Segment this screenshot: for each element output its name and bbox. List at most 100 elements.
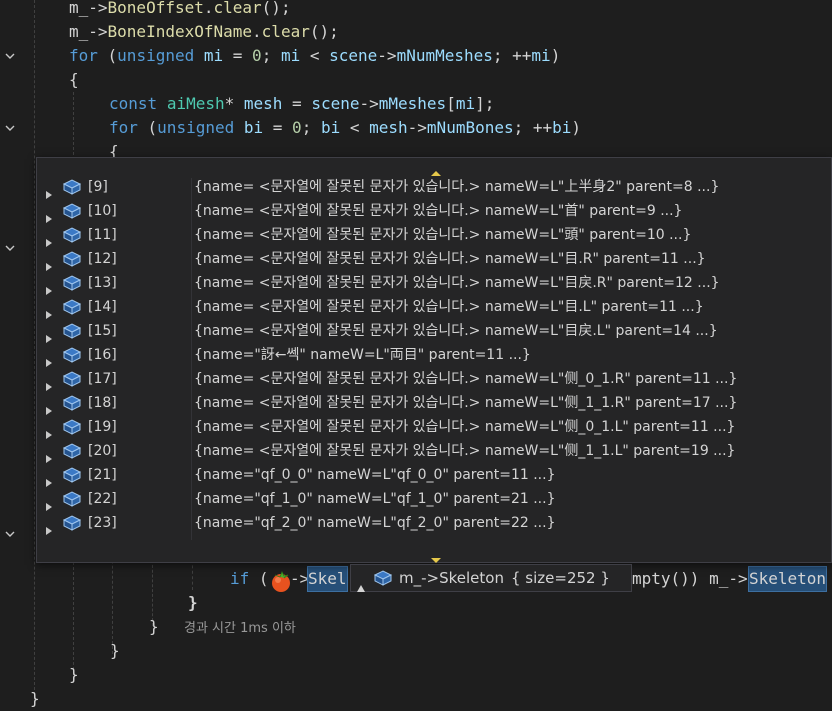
code-token: (); [261, 0, 291, 17]
code-token: ; [261, 46, 281, 65]
scroll-down-icon[interactable] [430, 550, 442, 563]
datatip-row[interactable]: [16] {name="訝←쎅" nameW=L"両目" parent=11 ..… [37, 343, 831, 367]
triangle-right-icon[interactable] [45, 327, 53, 343]
row-value: {name= <문자열에 잘못된 문자가 있습니다.> nameW=L"侧_1_… [194, 443, 736, 459]
skeleton-highlight[interactable]: Skel [307, 566, 348, 592]
row-value: {name="訝←쎅" nameW=L"両目" parent=11 ...} [194, 347, 531, 363]
row-value: {name= <문자열에 잘못된 문자가 있습니다.> nameW=L"侧_0_… [194, 419, 736, 435]
triangle-right-icon[interactable] [45, 351, 53, 367]
triangle-right-icon[interactable] [45, 399, 53, 415]
triangle-right-icon[interactable] [45, 303, 53, 319]
code-token: mMeshes [378, 94, 447, 113]
object-cube-icon [62, 370, 82, 388]
object-cube-icon [62, 394, 82, 412]
datatip-popup[interactable]: [9] {name= <문자열에 잘못된 문자가 있습니다.> nameW=L"上… [36, 157, 832, 563]
fold-chevron-icon[interactable] [4, 50, 16, 62]
code-token: ; ++ [492, 46, 532, 65]
code-token: unsigned [117, 46, 195, 65]
row-value: {name="qf_1_0" nameW=L"qf_1_0" parent=21… [194, 491, 556, 507]
datatip-row[interactable]: [18] {name= <문자열에 잘못된 문자가 있습니다.> nameW=L"… [37, 391, 831, 415]
datatip-row[interactable]: [13] {name= <문자열에 잘못된 문자가 있습니다.> nameW=L"… [37, 271, 831, 295]
code-token: ( [137, 118, 158, 137]
closing-brace: } [188, 593, 198, 612]
code-line[interactable]: m_->BoneIndexOfName.clear(); [69, 20, 339, 44]
datatip-row[interactable]: [23] {name="qf_2_0" nameW=L"qf_2_0" paren… [37, 511, 831, 535]
code-token: -> [407, 118, 427, 137]
row-value: {name="qf_2_0" nameW=L"qf_2_0" parent=22… [194, 515, 556, 531]
triangle-right-icon[interactable] [45, 375, 53, 391]
triangle-right-icon[interactable] [45, 519, 53, 535]
triangle-right-icon[interactable] [45, 279, 53, 295]
skeleton-highlight[interactable]: Skeleton [747, 566, 828, 592]
code-token: [ [446, 94, 456, 113]
datatip-row[interactable]: [21] {name="qf_0_0" nameW=L"qf_0_0" paren… [37, 463, 831, 487]
code-line[interactable]: const aiMesh* mesh = scene->mMeshes[mi]; [109, 92, 494, 116]
code-token: { [69, 70, 79, 89]
code-token: mesh [369, 118, 408, 137]
code-line[interactable]: for (unsigned bi = 0; bi < mesh->mNumBon… [109, 116, 581, 140]
code-line[interactable]: { [69, 68, 79, 92]
datatip-row[interactable]: [22] {name="qf_1_0" nameW=L"qf_1_0" paren… [37, 487, 831, 511]
fold-chevron-icon[interactable] [4, 122, 16, 134]
code-token: . [252, 22, 262, 41]
row-index: [23] [88, 515, 117, 531]
object-cube-icon [62, 514, 82, 532]
code-line[interactable]: for (unsigned mi = 0; mi < scene->mNumMe… [69, 44, 560, 68]
object-cube-icon [62, 226, 82, 244]
expression-datatip[interactable]: m_->Skeleton { size=252 } [350, 564, 632, 592]
code-token: = [282, 94, 312, 113]
if-keyword: if [230, 569, 250, 588]
fold-chevron-icon[interactable] [4, 528, 16, 540]
row-value: {name= <문자열에 잘못된 문자가 있습니다.> nameW=L"目.R"… [194, 251, 706, 267]
code-token: mNumBones [426, 118, 514, 137]
size-text: { size=252 } [511, 569, 610, 587]
datatip-row[interactable]: [12] {name= <문자열에 잘못된 문자가 있습니다.> nameW=L"… [37, 247, 831, 271]
object-cube-icon [373, 569, 393, 595]
skeleton-text: Skel [308, 569, 347, 588]
tomato-icon[interactable] [266, 566, 294, 594]
code-token: for [69, 46, 98, 65]
code-line-if[interactable]: if ( [230, 567, 269, 591]
row-index: [11] [88, 227, 117, 243]
row-index: [18] [88, 395, 117, 411]
triangle-right-icon[interactable] [45, 231, 53, 247]
datatip-row[interactable]: [10] {name= <문자열에 잘못된 문자가 있습니다.> nameW=L"… [37, 199, 831, 223]
datatip-row[interactable]: [11] {name= <문자열에 잘못된 문자가 있습니다.> nameW=L"… [37, 223, 831, 247]
code-line[interactable]: m_->BoneOffset.clear(); [69, 0, 291, 20]
triangle-right-icon[interactable] [45, 447, 53, 463]
code-fragment-after-tip: mpty()) m_-> [632, 567, 748, 591]
triangle-right-icon[interactable] [45, 423, 53, 439]
triangle-right-icon[interactable] [45, 255, 53, 271]
triangle-right-icon[interactable] [45, 207, 53, 223]
code-token: (); [309, 22, 339, 41]
triangle-up-icon[interactable] [357, 574, 365, 600]
datatip-row[interactable]: [15] {name= <문자열에 잘못된 문자가 있습니다.> nameW=L"… [37, 319, 831, 343]
code-token: * [224, 94, 244, 113]
closing-brace: } [30, 689, 40, 708]
code-token: bi [243, 118, 264, 137]
code-token: ; ++ [513, 118, 553, 137]
row-index: [10] [88, 203, 117, 219]
datatip-row[interactable]: [14] {name= <문자열에 잘못된 문자가 있습니다.> nameW=L"… [37, 295, 831, 319]
code-token: ( [97, 46, 118, 65]
triangle-right-icon[interactable] [45, 471, 53, 487]
row-index: [21] [88, 467, 117, 483]
datatip-row[interactable]: [9] {name= <문자열에 잘못된 문자가 있습니다.> nameW=L"上… [37, 175, 831, 199]
triangle-right-icon[interactable] [45, 183, 53, 199]
row-index: [16] [88, 347, 117, 363]
triangle-right-icon[interactable] [45, 495, 53, 511]
datatip-row[interactable]: [17] {name= <문자열에 잘못된 문자가 있습니다.> nameW=L"… [37, 367, 831, 391]
scroll-up-icon[interactable] [430, 162, 442, 176]
datatip-row[interactable]: [19] {name= <문자열에 잘못된 문자가 있습니다.> nameW=L"… [37, 415, 831, 439]
row-index: [19] [88, 419, 117, 435]
datatip-row[interactable]: [20] {name= <문자열에 잘못된 문자가 있습니다.> nameW=L"… [37, 439, 831, 463]
row-value: {name= <문자열에 잘못된 문자가 있습니다.> nameW=L"頭" p… [194, 227, 692, 243]
code-token: bi [320, 118, 341, 137]
row-value: {name= <문자열에 잘못된 문자가 있습니다.> nameW=L"目戻.L… [194, 323, 718, 339]
indent-guide [34, 0, 35, 700]
fold-chevron-icon[interactable] [4, 242, 16, 254]
code-token: = [223, 46, 253, 65]
